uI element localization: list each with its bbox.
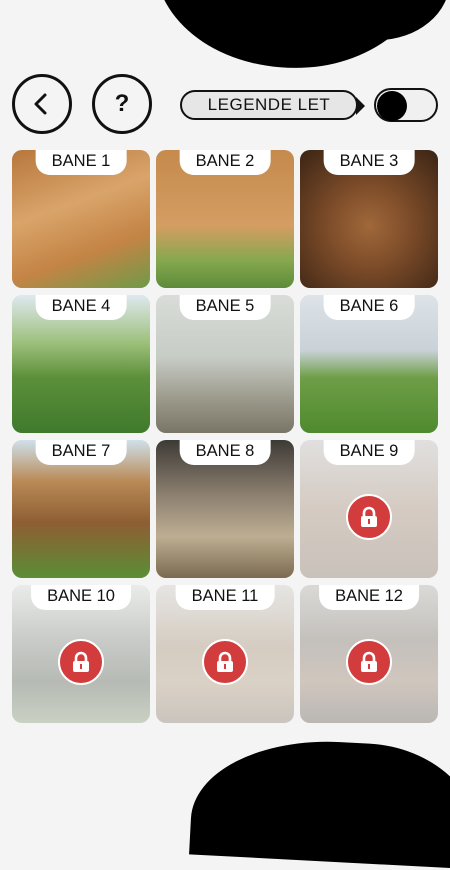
level-tile[interactable]: BANE 4 [12,295,150,433]
level-label: BANE 7 [35,440,127,465]
cow-spot-decoration-bottom [189,734,450,870]
toggle-knob [377,91,407,121]
level-label: BANE 3 [323,150,415,175]
level-label: BANE 12 [319,585,419,610]
level-label: BANE 10 [31,585,131,610]
level-tile[interactable]: BANE 3 [300,150,438,288]
level-label: BANE 2 [179,150,271,175]
easy-legend-label: LEGENDE LET [180,90,365,120]
back-button[interactable] [12,74,72,134]
level-label: BANE 4 [35,295,127,320]
level-tile[interactable]: BANE 7 [12,440,150,578]
level-label: BANE 9 [323,440,415,465]
help-label: ? [114,90,130,117]
level-grid: BANE 1 BANE 2 BANE 3 BANE 4 BANE 5 BANE 6 BANE… [12,150,438,723]
level-label: BANE 1 [35,150,127,175]
easy-legend-toggle[interactable] [374,88,438,122]
level-tile[interactable]: BANE 1 [12,150,150,288]
level-label: BANE 8 [179,440,271,465]
level-tile[interactable]: BANE 6 [300,295,438,433]
lock-icon [346,494,392,541]
lock-icon [346,639,392,686]
level-tile[interactable]: BANE 5 [156,295,294,433]
level-label: BANE 5 [179,295,271,320]
help-button[interactable]: ? [92,74,152,134]
level-tile: BANE 11 [156,585,294,723]
level-tile: BANE 9 [300,440,438,578]
level-tile[interactable]: BANE 8 [156,440,294,578]
level-label: BANE 6 [323,295,415,320]
level-tile[interactable]: BANE 2 [156,150,294,288]
lock-icon [202,639,248,686]
chevron-left-icon [34,93,47,115]
lock-icon [58,639,104,686]
level-label: BANE 11 [175,585,275,610]
level-tile: BANE 12 [300,585,438,723]
level-tile: BANE 10 [12,585,150,723]
